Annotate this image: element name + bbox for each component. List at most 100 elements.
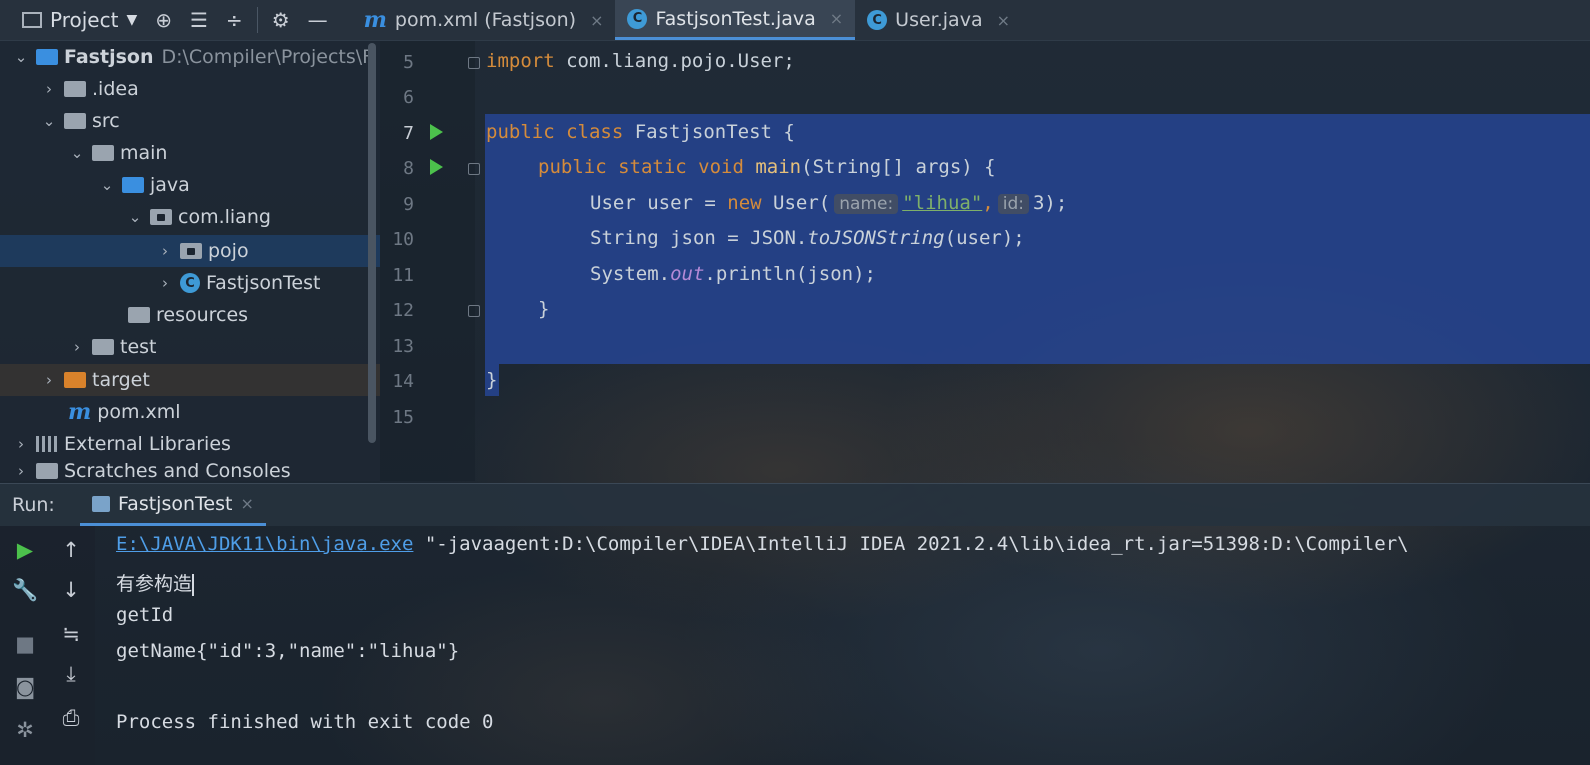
console-line-command: E:\JAVA\JDK11\bin\java.exe "-javaagent:D… — [116, 533, 1409, 555]
java-class-icon: C — [867, 10, 888, 30]
rerun-icon[interactable]: ▶ — [12, 538, 38, 562]
soft-wrap-icon[interactable]: ≒ — [58, 622, 84, 646]
expand-all-icon[interactable]: ☰ — [190, 8, 208, 32]
run-gutter-icon[interactable] — [430, 124, 443, 140]
tab-fastjsontest-java[interactable]: C FastjsonTest.java × — [615, 0, 856, 40]
close-icon[interactable]: × — [830, 9, 843, 28]
code-line-5[interactable]: import com.liang.pojo.User; — [486, 50, 795, 72]
chevron-right-icon[interactable]: › — [12, 435, 30, 453]
param-hint-id: id: — [997, 194, 1029, 214]
tab-label: pom.xml (Fastjson) — [394, 9, 577, 31]
close-icon[interactable]: × — [240, 494, 253, 513]
fold-marker-icon[interactable] — [468, 57, 480, 69]
hide-icon[interactable]: — — [308, 8, 328, 32]
tree-item-fastjsontest[interactable]: › C FastjsonTest — [0, 267, 380, 299]
tree-item-com-liang[interactable]: ⌄ com.liang — [0, 201, 380, 233]
chevron-down-icon[interactable]: ⌄ — [68, 144, 86, 162]
gear-icon[interactable]: ⚙ — [272, 8, 290, 32]
library-icon — [36, 436, 58, 452]
tree-item-src[interactable]: ⌄ src — [0, 105, 380, 137]
tree-item-pom-xml[interactable]: m pom.xml — [0, 396, 380, 428]
text-cursor — [192, 573, 195, 596]
tree-item-java[interactable]: ⌄ java — [0, 169, 380, 201]
tree-item-label: pom.xml — [97, 401, 181, 423]
tab-label: User.java — [895, 9, 983, 31]
console-icon — [92, 495, 110, 512]
chevron-right-icon[interactable]: › — [156, 242, 174, 260]
chevron-right-icon[interactable]: › — [156, 274, 174, 292]
tree-item-external-libraries[interactable]: › External Libraries — [0, 428, 380, 460]
chevron-right-icon[interactable]: › — [40, 371, 58, 389]
console-line-2: 有参构造 — [116, 573, 195, 596]
tab-user-java[interactable]: C User.java × — [855, 0, 1022, 40]
chevron-right-icon[interactable]: › — [68, 338, 86, 356]
code-line-7[interactable]: public class FastjsonTest { — [486, 121, 795, 143]
project-label: Project — [50, 8, 119, 32]
run-gutter-icon[interactable] — [430, 159, 443, 175]
tree-item-label: java — [150, 174, 190, 196]
package-icon — [180, 243, 202, 259]
tree-item-fastjson[interactable]: ⌄ Fastjson D:\Compiler\Projects\F — [0, 41, 380, 73]
tree-item-label: target — [92, 369, 150, 391]
param-hint-name: name: — [834, 194, 899, 214]
tree-item-resources[interactable]: resources — [0, 299, 380, 331]
run-tab-fastjsontest[interactable]: FastjsonTest × — [80, 484, 266, 526]
scratches-icon — [36, 463, 58, 479]
tab-label: FastjsonTest.java — [655, 7, 816, 30]
tab-pom-xml[interactable]: m pom.xml (Fastjson) × — [352, 0, 616, 40]
chevron-down-icon[interactable]: ⌄ — [12, 48, 30, 66]
tree-item-test[interactable]: › test — [0, 331, 380, 363]
chevron-down-icon[interactable]: ⌄ — [40, 112, 58, 130]
run-label: Run: — [12, 494, 55, 516]
fold-marker-icon[interactable] — [468, 305, 480, 317]
chevron-down-icon[interactable]: ⌄ — [98, 176, 116, 194]
line-number: 9 — [403, 194, 414, 215]
stop-icon[interactable]: ■ — [12, 632, 38, 656]
folder-icon — [64, 113, 86, 129]
code-line-12[interactable]: } — [538, 298, 549, 320]
arrow-down-icon[interactable]: ↓ — [58, 578, 84, 602]
folder-icon — [92, 339, 114, 355]
close-icon[interactable]: × — [590, 11, 603, 30]
line-number: 8 — [403, 158, 414, 179]
tree-scrollbar[interactable] — [368, 43, 376, 443]
chevron-right-icon[interactable]: › — [40, 80, 58, 98]
tree-item-scratches[interactable]: › Scratches and Consoles — [0, 460, 380, 481]
source-folder-icon — [122, 177, 144, 193]
chevron-down-icon[interactable]: ⌄ — [126, 208, 144, 226]
tree-item-main[interactable]: ⌄ main — [0, 137, 380, 169]
line-number: 11 — [392, 265, 414, 286]
line-number: 12 — [392, 300, 414, 321]
settings-icon[interactable]: ✲ — [12, 718, 38, 742]
close-icon[interactable]: × — [997, 11, 1010, 30]
run-tab-label: FastjsonTest — [118, 492, 233, 515]
collapse-all-icon[interactable]: ÷ — [226, 8, 243, 32]
project-view-selector[interactable]: Project ▼ — [0, 8, 137, 32]
code-line-14[interactable]: } — [486, 369, 497, 391]
fold-marker-icon[interactable] — [468, 163, 480, 175]
scroll-to-end-icon[interactable]: ⤓ — [58, 662, 84, 687]
code-line-10[interactable]: String json = JSON.toJSONString(user); — [590, 227, 1025, 249]
tree-item-idea[interactable]: › .idea — [0, 73, 380, 105]
chevron-right-icon[interactable]: › — [12, 462, 30, 480]
line-number: 10 — [392, 229, 414, 250]
tree-item-label: com.liang — [178, 206, 271, 228]
line-number: 7 — [403, 123, 414, 144]
line-number: 6 — [403, 87, 414, 108]
camera-icon[interactable]: ◙ — [12, 675, 38, 699]
arrow-up-icon[interactable]: ↑ — [58, 538, 84, 562]
code-line-9[interactable]: User user = new User(name: "lihua", id: 3); — [590, 192, 1067, 214]
code-line-11[interactable]: System.out.println(json); — [590, 263, 876, 285]
tree-item-pojo[interactable]: › pojo — [0, 235, 380, 267]
java-exe-link[interactable]: E:\JAVA\JDK11\bin\java.exe — [116, 533, 413, 555]
module-folder-icon — [36, 49, 58, 65]
tree-item-label: src — [92, 110, 120, 132]
line-number: 14 — [392, 371, 414, 392]
code-line-8[interactable]: public static void main(String[] args) { — [538, 156, 996, 178]
tree-item-label: .idea — [92, 78, 139, 100]
locate-icon[interactable]: ⊕ — [155, 8, 172, 32]
tree-item-target[interactable]: › target — [0, 364, 380, 396]
print-icon[interactable]: ⎙ — [58, 706, 84, 731]
wrench-icon[interactable]: 🔧 — [12, 578, 38, 603]
tree-item-label: test — [120, 336, 157, 358]
